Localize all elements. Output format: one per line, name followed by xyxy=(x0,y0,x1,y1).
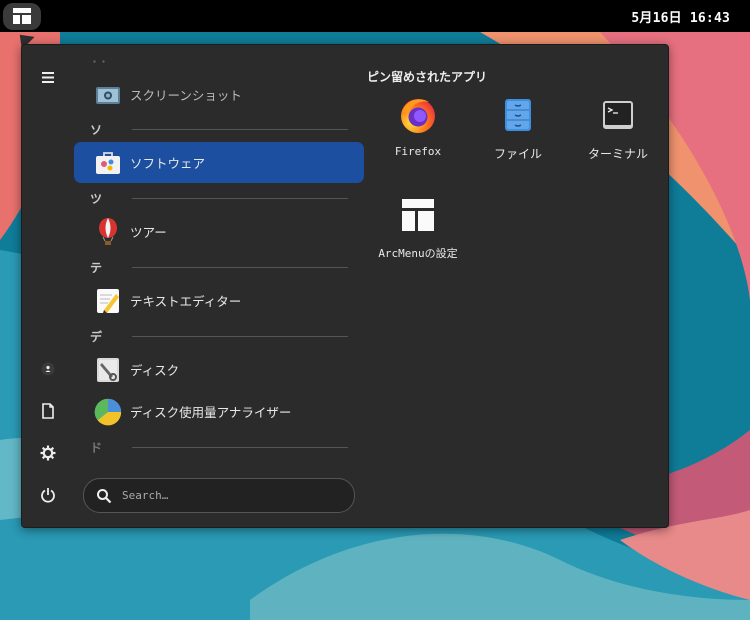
pinned-app-label: Firefox xyxy=(394,145,442,158)
pinned-app-label: ArcMenuの設定 xyxy=(378,247,458,260)
menu-icon[interactable] xyxy=(34,63,62,91)
section-header: ソ xyxy=(90,121,348,137)
search-input[interactable] xyxy=(120,488,324,503)
app-label: ツアー xyxy=(130,225,167,240)
section-header: ド xyxy=(90,439,348,455)
pinned-apps-title: ピン留めされたアプリ xyxy=(367,70,488,84)
arcmenu-button[interactable] xyxy=(3,2,41,30)
arcmenu-popup: ・・ スクリーンショット ソ ソフトウェア ツ ツアー テ テキストエディター … xyxy=(21,44,669,528)
files-icon xyxy=(498,95,538,135)
top-bar: 5月16日 16:43 xyxy=(0,0,750,32)
app-list[interactable]: ・・ スクリーンショット ソ ソフトウェア ツ ツアー テ テキストエディター … xyxy=(72,45,368,475)
firefox-icon xyxy=(398,95,438,135)
search-icon xyxy=(97,488,112,503)
gear-icon[interactable] xyxy=(34,439,62,467)
search-box[interactable] xyxy=(83,478,355,513)
power-icon[interactable] xyxy=(34,481,62,509)
arcmenu-settings-icon xyxy=(398,195,438,235)
app-label: ディスク使用量アナライザー xyxy=(130,405,292,420)
clock[interactable]: 5月16日 16:43 xyxy=(631,7,730,26)
pinned-app-arcmenu-settings[interactable]: ArcMenuの設定 xyxy=(368,189,468,279)
app-label: ソフトウェア xyxy=(130,156,206,171)
pinned-app-files[interactable]: ファイル xyxy=(468,89,568,179)
pinned-app-label: ファイル xyxy=(493,147,542,161)
section-header: ツ xyxy=(90,190,348,206)
app-label: テキストエディター xyxy=(130,294,242,309)
terminal-icon xyxy=(598,95,638,135)
disk-icon xyxy=(94,356,122,384)
app-disks[interactable]: ディスク xyxy=(74,349,364,390)
app-tour[interactable]: ツアー xyxy=(74,211,364,252)
section-header: テ xyxy=(90,259,348,275)
app-label: スクリーンショット xyxy=(130,88,242,103)
arcmenu-icon xyxy=(13,8,31,24)
pinned-app-terminal[interactable]: ターミナル xyxy=(568,89,668,179)
pinned-app-firefox[interactable]: Firefox xyxy=(368,89,468,179)
screenshot-icon xyxy=(94,81,122,109)
app-software[interactable]: ソフトウェア xyxy=(74,142,364,183)
balloon-icon xyxy=(94,217,122,246)
text-editor-icon xyxy=(94,287,122,315)
user-icon[interactable] xyxy=(34,355,62,383)
pinned-app-label: ターミナル xyxy=(587,147,648,161)
app-screenshot[interactable]: スクリーンショット xyxy=(74,74,364,115)
app-label: ディスク xyxy=(130,363,180,378)
section-header: ・・ xyxy=(90,58,109,68)
section-header: デ xyxy=(90,328,348,344)
software-icon xyxy=(94,149,122,177)
app-text-editor[interactable]: テキストエディター xyxy=(74,280,364,321)
disk-usage-icon xyxy=(94,398,122,426)
app-disk-usage-analyzer[interactable]: ディスク使用量アナライザー xyxy=(74,391,364,432)
document-icon[interactable] xyxy=(34,397,62,425)
